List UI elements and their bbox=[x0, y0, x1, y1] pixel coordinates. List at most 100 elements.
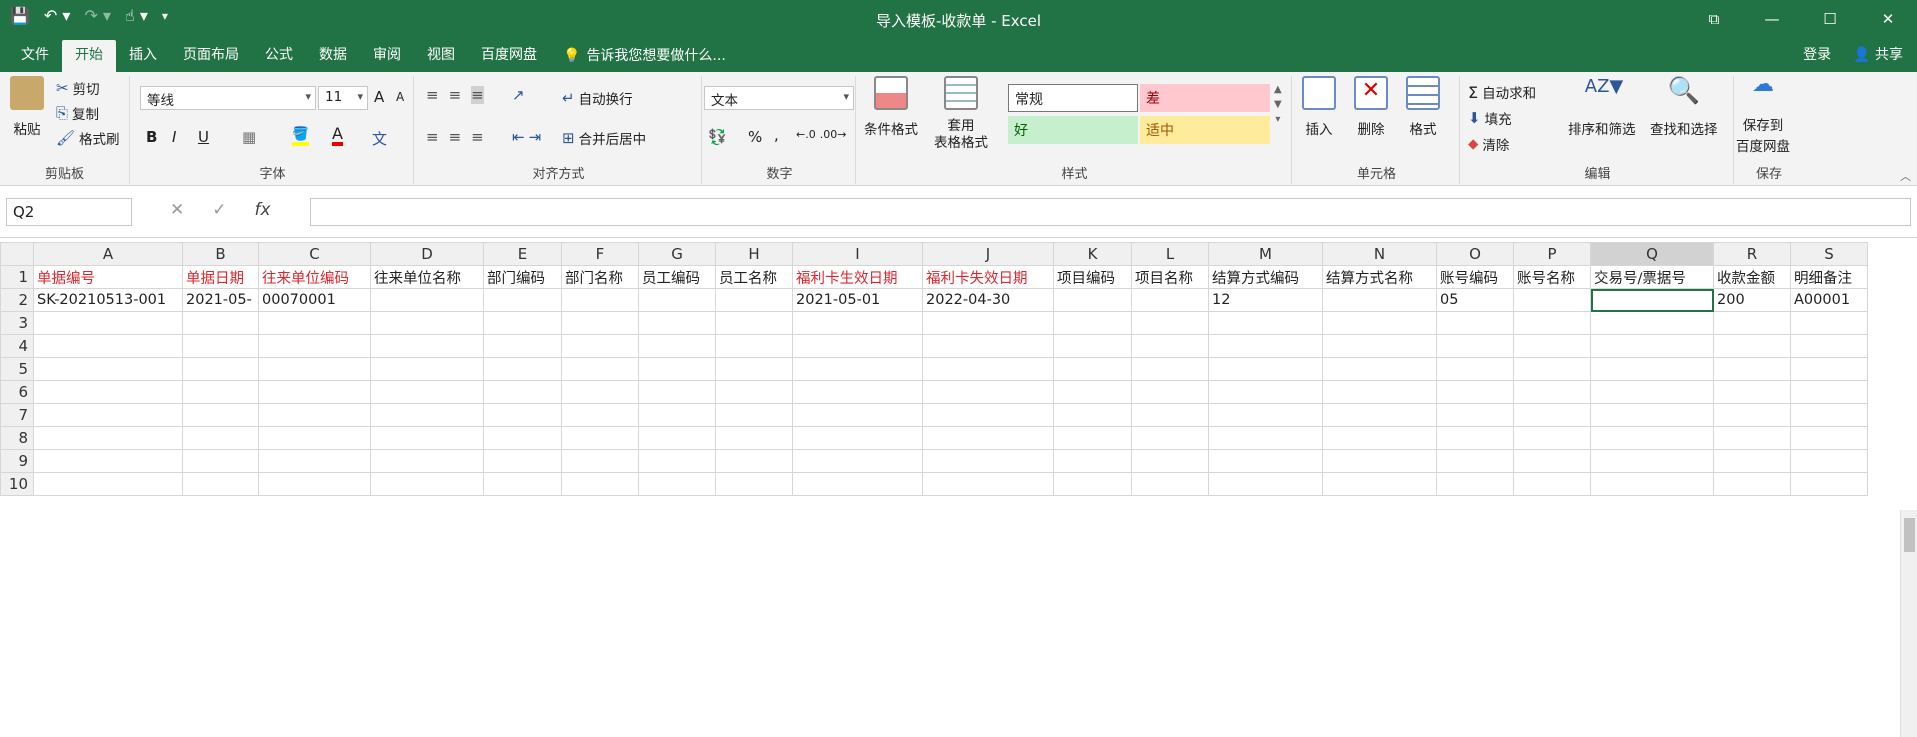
column-header-m[interactable]: M bbox=[1208, 242, 1323, 266]
cell-a7[interactable] bbox=[33, 403, 183, 427]
cell-d9[interactable] bbox=[370, 449, 484, 473]
cell-k6[interactable] bbox=[1053, 380, 1132, 404]
conditional-format-button[interactable]: 条件格式 bbox=[864, 76, 918, 138]
orientation-button[interactable]: ↗ bbox=[512, 86, 525, 104]
cell-g4[interactable] bbox=[638, 334, 716, 358]
cell-o8[interactable] bbox=[1436, 426, 1514, 450]
cell-h9[interactable] bbox=[715, 449, 793, 473]
cell-s1[interactable]: 明细备注 bbox=[1790, 265, 1868, 289]
style-bad[interactable]: 差 bbox=[1140, 84, 1270, 112]
cell-c8[interactable] bbox=[258, 426, 371, 450]
select-all-corner[interactable] bbox=[0, 242, 34, 266]
cell-m10[interactable] bbox=[1208, 472, 1323, 496]
shrink-font-button[interactable]: A bbox=[396, 90, 404, 104]
cell-q5[interactable] bbox=[1590, 357, 1714, 381]
cell-r6[interactable] bbox=[1713, 380, 1791, 404]
copy-button[interactable]: ⎘ 复制 bbox=[56, 103, 99, 123]
cell-b5[interactable] bbox=[182, 357, 259, 381]
cell-s8[interactable] bbox=[1790, 426, 1868, 450]
cell-s7[interactable] bbox=[1790, 403, 1868, 427]
cell-i1[interactable]: 福利卡生效日期 bbox=[792, 265, 923, 289]
cell-n1[interactable]: 结算方式名称 bbox=[1322, 265, 1437, 289]
cell-n9[interactable] bbox=[1322, 449, 1437, 473]
collapse-ribbon-icon[interactable]: ︿ bbox=[1900, 168, 1911, 184]
tell-me-box[interactable]: 💡 告诉我您想要做什么... bbox=[550, 40, 739, 72]
cell-m6[interactable] bbox=[1208, 380, 1323, 404]
cell-s10[interactable] bbox=[1790, 472, 1868, 496]
cell-e2[interactable] bbox=[483, 288, 562, 312]
cell-c5[interactable] bbox=[258, 357, 371, 381]
cell-c6[interactable] bbox=[258, 380, 371, 404]
cell-b3[interactable] bbox=[182, 311, 259, 335]
cell-h1[interactable]: 员工名称 bbox=[715, 265, 793, 289]
tab-view[interactable]: 视图 bbox=[414, 40, 468, 72]
tab-formulas[interactable]: 公式 bbox=[252, 40, 306, 72]
cell-p7[interactable] bbox=[1513, 403, 1591, 427]
cell-a9[interactable] bbox=[33, 449, 183, 473]
cell-d1[interactable]: 往来单位名称 bbox=[370, 265, 484, 289]
cell-s2[interactable]: A00001 bbox=[1790, 288, 1868, 312]
cell-r5[interactable] bbox=[1713, 357, 1791, 381]
cell-i8[interactable] bbox=[792, 426, 923, 450]
cell-g6[interactable] bbox=[638, 380, 716, 404]
column-header-g[interactable]: G bbox=[638, 242, 716, 266]
cell-f8[interactable] bbox=[561, 426, 639, 450]
column-header-l[interactable]: L bbox=[1131, 242, 1209, 266]
cell-s3[interactable] bbox=[1790, 311, 1868, 335]
cell-k8[interactable] bbox=[1053, 426, 1132, 450]
cell-k4[interactable] bbox=[1053, 334, 1132, 358]
cell-p5[interactable] bbox=[1513, 357, 1591, 381]
grow-font-button[interactable]: A bbox=[374, 88, 384, 106]
cell-l10[interactable] bbox=[1131, 472, 1209, 496]
wrap-text-button[interactable]: ↵ 自动换行 bbox=[562, 88, 633, 108]
cell-i2[interactable]: 2021-05-01 bbox=[792, 288, 923, 312]
style-good[interactable]: 好 bbox=[1008, 116, 1138, 144]
tab-review[interactable]: 审阅 bbox=[360, 40, 414, 72]
cell-d8[interactable] bbox=[370, 426, 484, 450]
column-header-h[interactable]: H bbox=[715, 242, 793, 266]
tab-insert[interactable]: 插入 bbox=[116, 40, 170, 72]
column-header-r[interactable]: R bbox=[1713, 242, 1791, 266]
row-header-9[interactable]: 9 bbox=[0, 449, 34, 473]
autosum-button[interactable]: Σ 自动求和 bbox=[1468, 82, 1536, 103]
cell-s6[interactable] bbox=[1790, 380, 1868, 404]
cell-p1[interactable]: 账号名称 bbox=[1513, 265, 1591, 289]
cell-a10[interactable] bbox=[33, 472, 183, 496]
cell-p6[interactable] bbox=[1513, 380, 1591, 404]
column-header-e[interactable]: E bbox=[483, 242, 562, 266]
cell-o9[interactable] bbox=[1436, 449, 1514, 473]
cell-h10[interactable] bbox=[715, 472, 793, 496]
horizontal-align-buttons[interactable]: ≡ ≡ ≡ bbox=[426, 128, 484, 146]
cell-d3[interactable] bbox=[370, 311, 484, 335]
share-button[interactable]: 👤 共享 bbox=[1853, 44, 1903, 64]
cell-m3[interactable] bbox=[1208, 311, 1323, 335]
cell-o3[interactable] bbox=[1436, 311, 1514, 335]
cell-m7[interactable] bbox=[1208, 403, 1323, 427]
cell-n5[interactable] bbox=[1322, 357, 1437, 381]
cell-g7[interactable] bbox=[638, 403, 716, 427]
cell-b7[interactable] bbox=[182, 403, 259, 427]
column-header-f[interactable]: F bbox=[561, 242, 639, 266]
cell-q6[interactable] bbox=[1590, 380, 1714, 404]
cell-h6[interactable] bbox=[715, 380, 793, 404]
cell-g2[interactable] bbox=[638, 288, 716, 312]
cell-r2[interactable]: 200 bbox=[1713, 288, 1791, 312]
cell-m4[interactable] bbox=[1208, 334, 1323, 358]
row-header-3[interactable]: 3 bbox=[0, 311, 34, 335]
cell-i6[interactable] bbox=[792, 380, 923, 404]
cell-e10[interactable] bbox=[483, 472, 562, 496]
row-header-5[interactable]: 5 bbox=[0, 357, 34, 381]
cell-o5[interactable] bbox=[1436, 357, 1514, 381]
cell-q10[interactable] bbox=[1590, 472, 1714, 496]
cell-l9[interactable] bbox=[1131, 449, 1209, 473]
cell-h2[interactable] bbox=[715, 288, 793, 312]
cell-j8[interactable] bbox=[922, 426, 1054, 450]
row-header-6[interactable]: 6 bbox=[0, 380, 34, 404]
comma-button[interactable]: , bbox=[774, 126, 779, 144]
formula-input[interactable] bbox=[310, 198, 1911, 226]
cell-n8[interactable] bbox=[1322, 426, 1437, 450]
cell-p8[interactable] bbox=[1513, 426, 1591, 450]
delete-cells-button[interactable]: ✕ 删除 bbox=[1354, 76, 1388, 138]
cell-h7[interactable] bbox=[715, 403, 793, 427]
cell-l7[interactable] bbox=[1131, 403, 1209, 427]
